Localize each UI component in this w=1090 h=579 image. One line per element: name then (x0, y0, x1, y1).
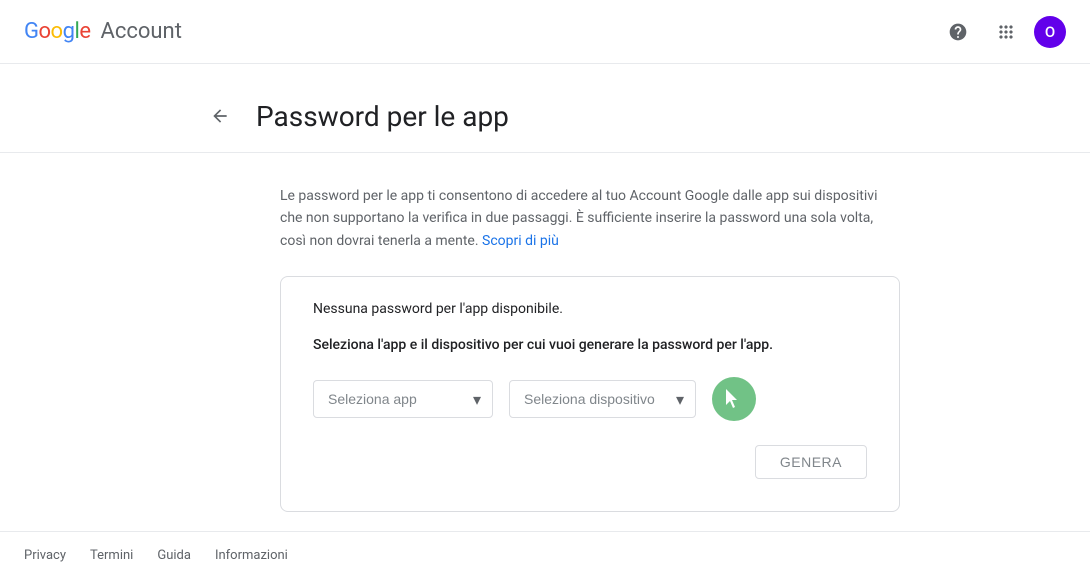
password-card: Nessuna password per l'app disponibile. … (280, 276, 900, 512)
cursor-indicator (712, 377, 756, 421)
app-select[interactable]: Seleziona app (313, 380, 493, 418)
page-description: Le password per le app ti consentono di … (280, 185, 900, 252)
footer-privacy-link[interactable]: Privacy (24, 548, 66, 563)
user-avatar[interactable]: O (1034, 16, 1066, 48)
apps-button[interactable] (986, 12, 1026, 52)
back-arrow-icon (210, 106, 230, 126)
logo-o1: o (39, 19, 51, 44)
genera-button[interactable]: GENERA (755, 445, 867, 479)
logo-g1: G (24, 19, 39, 44)
footer-info-link[interactable]: Informazioni (215, 548, 288, 563)
logo-g2: g (63, 19, 75, 44)
logo-e: e (79, 19, 90, 44)
device-select[interactable]: Seleziona dispositivo (509, 380, 696, 418)
actions-row: GENERA (313, 445, 867, 479)
footer-terms-link[interactable]: Termini (90, 548, 133, 563)
no-passwords-message: Nessuna password per l'app disponibile. (313, 301, 867, 317)
footer: Privacy Termini Guida Informazioni (0, 531, 1090, 579)
content-area: Le password per le app ti consentono di … (0, 153, 900, 512)
back-button[interactable] (200, 96, 240, 136)
description-text: Le password per le app ti consentono di … (280, 188, 877, 249)
green-cursor-circle (712, 377, 756, 421)
header: Google Account O (0, 0, 1090, 64)
help-button[interactable] (938, 12, 978, 52)
page-header: Password per le app (0, 96, 1090, 153)
device-select-wrapper: Seleziona dispositivo ▾ (509, 380, 696, 418)
card-instruction: Seleziona l'app e il dispositivo per cui… (313, 337, 867, 353)
page-title: Password per le app (256, 100, 509, 133)
help-icon (948, 22, 968, 42)
cursor-icon (726, 389, 742, 409)
header-actions: O (938, 12, 1066, 52)
main-content: Password per le app Le password per le a… (0, 64, 1090, 531)
app-select-wrapper: Seleziona app ▾ (313, 380, 493, 418)
header-account-label: Account (100, 19, 181, 44)
apps-grid-icon (996, 22, 1016, 42)
selectors-row: Seleziona app ▾ Seleziona dispositivo ▾ (313, 377, 867, 421)
header-logo: Google Account (24, 19, 182, 44)
learn-more-link[interactable]: Scopri di più (482, 233, 559, 249)
logo-o2: o (51, 19, 63, 44)
footer-help-link[interactable]: Guida (157, 548, 191, 563)
google-wordmark: Google (24, 19, 90, 44)
